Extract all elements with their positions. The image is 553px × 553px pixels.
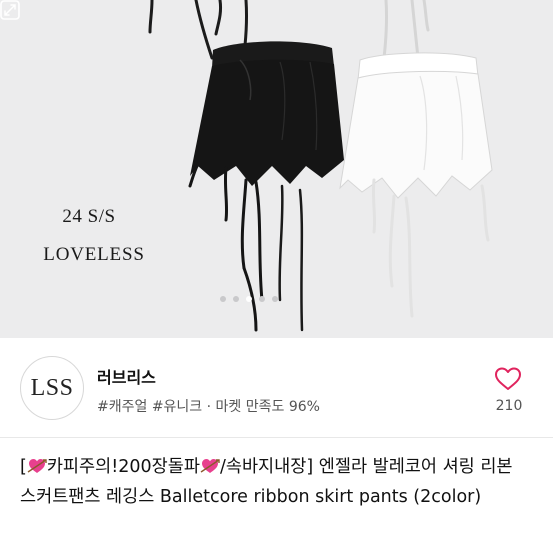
like-count: 210 [495,398,523,414]
heart-arrow-emoji-icon [27,459,47,473]
product-image[interactable]: 24 S/S LOVELESS [0,0,553,338]
divider [0,437,553,438]
carousel-dot-active[interactable] [246,296,252,302]
seller-tags: #캐주얼 #유니크 · 마켓 만족도 96% [97,399,320,415]
title-part-1: 카피주의!200장돌파 [46,457,200,477]
expand-icon[interactable] [0,0,20,20]
carousel-dot[interactable] [259,296,265,302]
heart-outline-icon[interactable] [494,366,522,392]
carousel-indicator[interactable] [220,296,278,302]
carousel-dot[interactable] [272,296,278,302]
product-photo-illustration [148,0,493,332]
seller-avatar[interactable]: LSS [20,356,84,420]
seller-name[interactable]: 러브리스 [97,364,156,388]
product-title: [ 카피주의!200장돌파 /속바지내장] 엔젤라 발레코어 셔링 리본 스커트… [20,452,542,512]
carousel-dot[interactable] [233,296,239,302]
black-skirt [188,41,344,332]
carousel-dot[interactable] [220,296,226,302]
season-label: 24 S/S [62,206,116,227]
title-bracket-open: [ [20,457,27,477]
white-skirt [339,52,493,318]
heart-arrow-emoji-icon [200,459,220,473]
brand-wordmark: LOVELESS [43,244,145,265]
